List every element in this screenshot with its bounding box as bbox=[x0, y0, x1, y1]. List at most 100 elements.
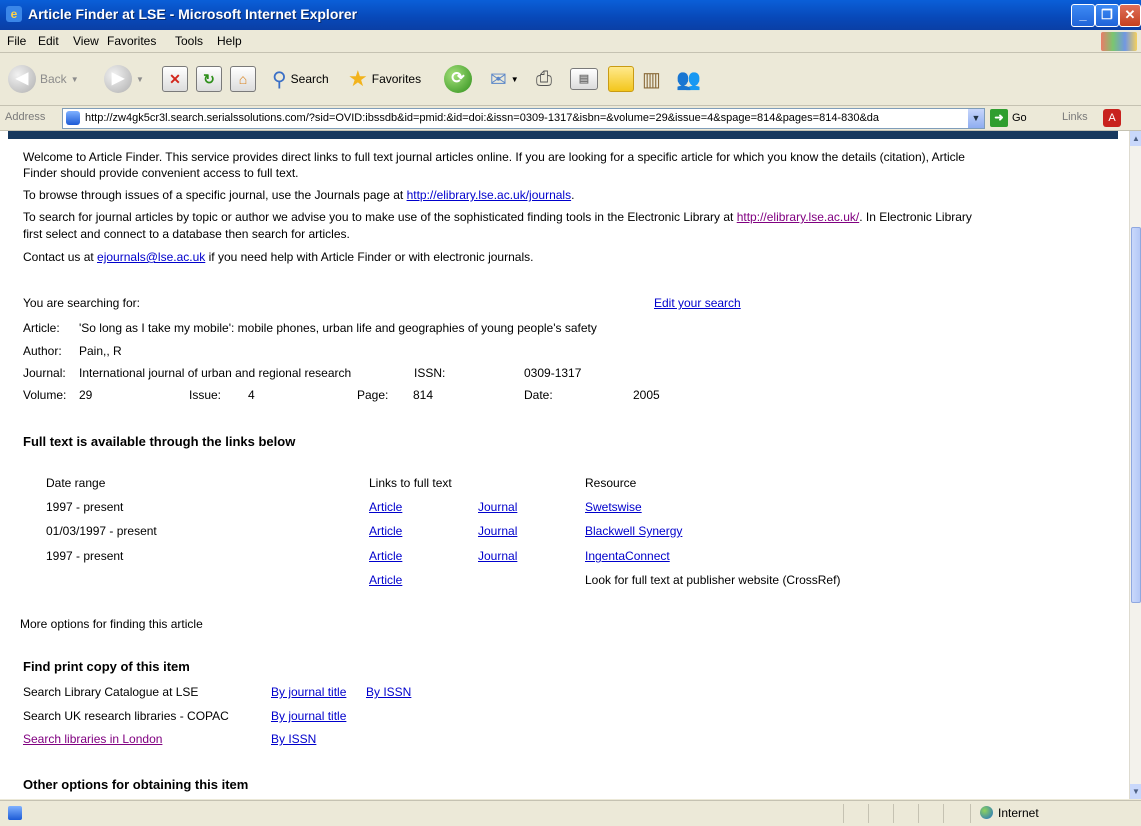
edit-search-link[interactable]: Edit your search bbox=[654, 296, 741, 310]
status-pane bbox=[970, 804, 971, 823]
date-value: 2005 bbox=[633, 388, 660, 402]
menu-file[interactable]: File bbox=[7, 34, 26, 48]
intro-p1-line1: Welcome to Article Finder. This service … bbox=[23, 150, 965, 164]
other-options-heading: Other options for obtaining this item bbox=[23, 777, 249, 792]
acrobat-icon[interactable]: A bbox=[1103, 109, 1121, 127]
scroll-down-icon[interactable]: ▼ bbox=[1130, 784, 1141, 799]
status-pane bbox=[918, 804, 919, 823]
history-icon[interactable]: ⟳ bbox=[444, 65, 472, 93]
search-label: Search bbox=[290, 72, 329, 86]
status-pane bbox=[868, 804, 869, 823]
date-label: Date: bbox=[524, 388, 553, 402]
refresh-icon[interactable]: ↻ bbox=[196, 66, 222, 92]
stop-icon[interactable]: ✕ bbox=[162, 66, 188, 92]
col-header-links: Links to full text bbox=[369, 476, 452, 490]
journals-page-link[interactable]: http://elibrary.lse.ac.uk/journals bbox=[407, 188, 572, 202]
internet-zone-label: Internet bbox=[998, 806, 1039, 820]
windows-logo-icon bbox=[1101, 32, 1137, 51]
menu-help[interactable]: Help bbox=[217, 34, 242, 48]
copac-by-journal-title-link[interactable]: By journal title bbox=[271, 709, 346, 723]
row-journal-link[interactable]: Journal bbox=[478, 549, 517, 563]
maximize-button[interactable]: ❐ bbox=[1095, 4, 1119, 27]
close-button[interactable]: ✕ bbox=[1119, 4, 1141, 27]
title-bar: e Article Finder at LSE - Microsoft Inte… bbox=[0, 0, 1141, 30]
favorites-label: Favorites bbox=[371, 72, 422, 86]
row-date: 01/03/1997 - present bbox=[46, 524, 157, 538]
page-header-strip bbox=[8, 131, 1118, 139]
london-libraries-link[interactable]: Search libraries in London bbox=[23, 732, 162, 746]
fulltext-heading: Full text is available through the links… bbox=[23, 434, 296, 449]
go-button[interactable]: ➜ Go bbox=[990, 109, 1027, 127]
row-resource-link[interactable]: Swetswise bbox=[585, 500, 642, 514]
row-resource-link[interactable]: IngentaConnect bbox=[585, 549, 670, 563]
discuss-icon[interactable] bbox=[608, 66, 634, 92]
intro-p2-end: . bbox=[571, 188, 575, 202]
page-value: 814 bbox=[413, 388, 434, 402]
issn-value: 0309-1317 bbox=[524, 366, 582, 380]
toolbar: ◀ Back ▼ ▶ ▼ ✕ ↻ ⌂ ⚲ Search ★ Favorites … bbox=[0, 53, 1141, 106]
author-label: Author: bbox=[23, 344, 62, 358]
lse-by-journal-title-link[interactable]: By journal title bbox=[271, 685, 346, 699]
intro-p3-line2: first select and connect to a database t… bbox=[23, 227, 350, 241]
status-pane bbox=[893, 804, 894, 823]
menu-edit[interactable]: Edit bbox=[38, 34, 59, 48]
minimize-button[interactable]: _ bbox=[1071, 4, 1095, 27]
search-button[interactable]: ⚲ Search bbox=[272, 63, 329, 95]
back-label: Back bbox=[40, 72, 67, 86]
back-arrow-icon: ◀ bbox=[8, 65, 36, 93]
article-label: Article: bbox=[23, 321, 60, 335]
lse-by-issn-link[interactable]: By ISSN bbox=[366, 685, 411, 699]
address-label: Address bbox=[5, 111, 46, 123]
lse-catalogue-label: Search Library Catalogue at LSE bbox=[23, 685, 199, 699]
row-article-link[interactable]: Article bbox=[369, 500, 402, 514]
links-toolbar-label[interactable]: Links bbox=[1062, 111, 1088, 123]
intro-p2-text: To browse through issues of a specific j… bbox=[23, 188, 407, 202]
favorites-button[interactable]: ★ Favorites bbox=[348, 63, 421, 95]
status-bar: Internet bbox=[0, 800, 1141, 826]
article-value: 'So long as I take my mobile': mobile ph… bbox=[79, 321, 597, 335]
go-label: Go bbox=[1012, 112, 1027, 124]
ie-icon: e bbox=[6, 6, 22, 22]
research-icon[interactable]: ▥ bbox=[642, 67, 661, 92]
intro-p1-line2: Finder should provide convenient access … bbox=[23, 166, 299, 180]
forward-dropdown-icon[interactable]: ▼ bbox=[136, 75, 144, 84]
intro-p4-text: Contact us at bbox=[23, 250, 98, 264]
volume-label: Volume: bbox=[23, 388, 67, 402]
mail-button[interactable]: ✉ ▼ bbox=[490, 63, 519, 95]
status-pane bbox=[843, 804, 844, 823]
ejournals-email-link[interactable]: ejournals@lse.ac.uk bbox=[97, 250, 205, 264]
favorites-star-icon: ★ bbox=[348, 66, 368, 91]
mail-icon: ✉ bbox=[490, 68, 507, 91]
menu-view[interactable]: View bbox=[73, 34, 99, 48]
london-by-issn-link[interactable]: By ISSN bbox=[271, 732, 316, 746]
elibrary-link[interactable]: http://elibrary.lse.ac.uk/ bbox=[737, 210, 860, 224]
print-copy-heading: Find print copy of this item bbox=[23, 659, 190, 674]
row-resource-link[interactable]: Blackwell Synergy bbox=[585, 524, 682, 538]
messenger-icon[interactable]: 👥 bbox=[676, 67, 701, 92]
home-icon[interactable]: ⌂ bbox=[230, 66, 256, 92]
status-pane bbox=[943, 804, 944, 823]
row-article-link[interactable]: Article bbox=[369, 573, 402, 587]
print-icon[interactable]: ⎙ bbox=[536, 68, 552, 91]
page-label: Page: bbox=[357, 388, 389, 402]
row-article-link[interactable]: Article bbox=[369, 549, 402, 563]
vertical-scrollbar[interactable]: ▲ ▼ bbox=[1129, 131, 1141, 799]
more-options-text: More options for finding this article bbox=[20, 617, 203, 631]
journal-label: Journal: bbox=[23, 366, 66, 380]
row-journal-link[interactable]: Journal bbox=[478, 500, 517, 514]
scroll-up-icon[interactable]: ▲ bbox=[1130, 131, 1141, 146]
back-button[interactable]: ◀ Back ▼ bbox=[8, 63, 79, 95]
journal-value: International journal of urban and regio… bbox=[79, 366, 352, 380]
menu-tools[interactable]: Tools bbox=[175, 34, 203, 48]
row-article-link[interactable]: Article bbox=[369, 524, 402, 538]
intro-p3: To search for journal articles by topic … bbox=[23, 210, 972, 224]
row-journal-link[interactable]: Journal bbox=[478, 524, 517, 538]
back-dropdown-icon[interactable]: ▼ bbox=[71, 75, 79, 84]
address-input[interactable]: http://zw4gk5cr3l.search.serialssolution… bbox=[62, 108, 985, 129]
scrollbar-thumb[interactable] bbox=[1131, 227, 1141, 603]
menu-favorites[interactable]: Favorites bbox=[107, 34, 156, 48]
forward-button[interactable]: ▶ ▼ bbox=[104, 63, 144, 95]
address-url[interactable]: http://zw4gk5cr3l.search.serialssolution… bbox=[85, 112, 960, 124]
address-dropdown-icon[interactable]: ▼ bbox=[968, 109, 984, 128]
edit-icon[interactable]: ▤ bbox=[570, 68, 598, 90]
